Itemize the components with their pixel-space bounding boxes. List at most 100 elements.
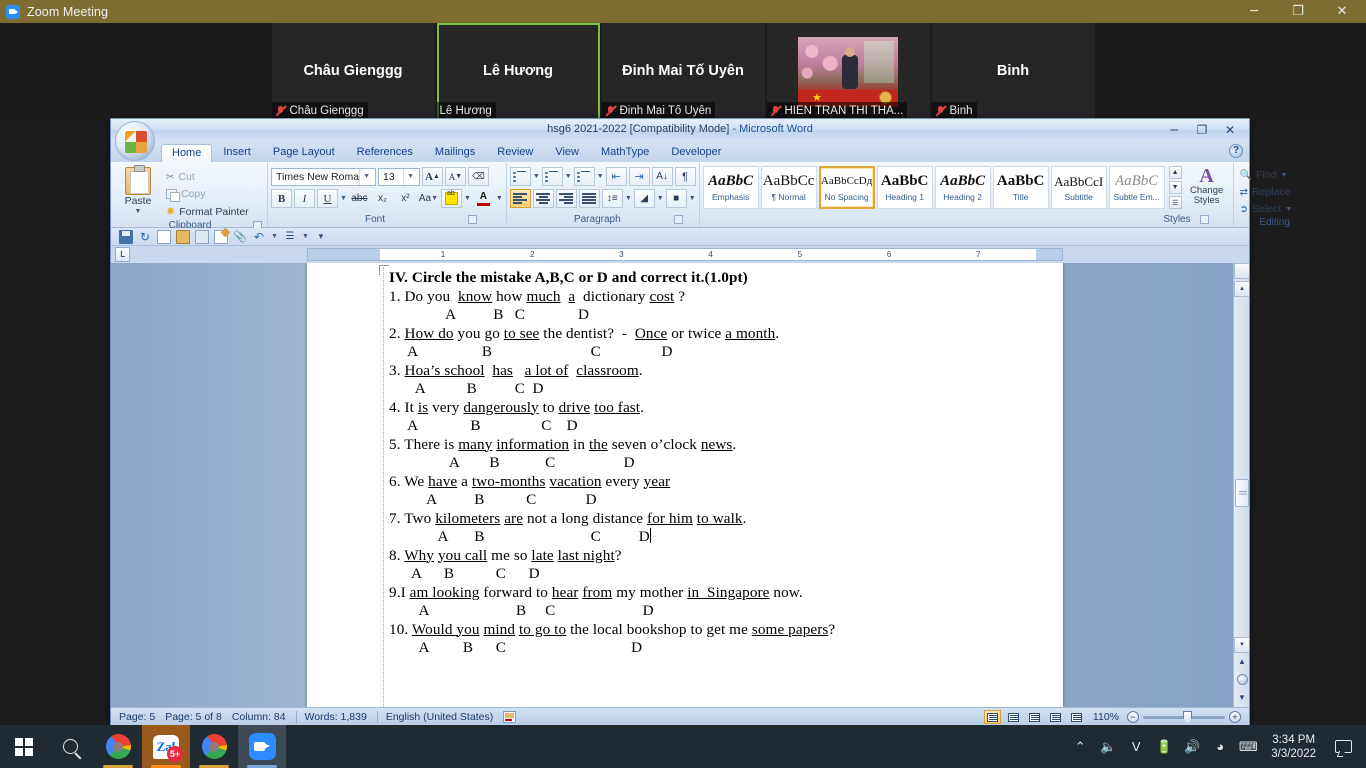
search-button[interactable] xyxy=(47,725,94,768)
styles-scroll-up[interactable]: ▲ xyxy=(1168,166,1182,179)
tab-page-layout[interactable]: Page Layout xyxy=(262,143,346,162)
font-size-combo[interactable]: 13 ▼ xyxy=(378,167,420,186)
show-formatting-marks-button[interactable]: ¶ xyxy=(674,167,696,186)
open-folder-icon[interactable] xyxy=(176,229,190,244)
chevron-down-icon[interactable]: ▼ xyxy=(625,195,632,202)
numbered-list-button[interactable] xyxy=(541,167,563,186)
tab-mailings[interactable]: Mailings xyxy=(424,143,486,162)
microphone-icon[interactable]: 🔈 xyxy=(1095,725,1121,768)
tab-references[interactable]: References xyxy=(346,143,424,162)
battery-icon[interactable]: 🔋 xyxy=(1151,725,1177,768)
status-column[interactable]: Column: 84 xyxy=(232,711,296,723)
taskbar-app-zalo[interactable]: Zal 5+ xyxy=(142,725,190,768)
new-document-icon[interactable] xyxy=(157,229,171,244)
bulleted-list-button[interactable] xyxy=(509,167,531,186)
chevron-down-icon[interactable]: ▼ xyxy=(597,173,604,180)
participant-tile-binh[interactable]: Binh Binh xyxy=(931,23,1095,120)
word-maximize-button[interactable]: ❐ xyxy=(1189,121,1215,138)
clear-formatting-button[interactable]: ⌫ xyxy=(468,167,489,186)
line-spacing-button[interactable]: ↕≡ xyxy=(601,189,623,208)
status-page[interactable]: Page: 5 xyxy=(119,711,165,723)
zoom-slider-thumb[interactable] xyxy=(1183,710,1192,724)
replace-button[interactable]: ⇄ Replace xyxy=(1237,185,1296,199)
horizontal-ruler[interactable]: 1 2 3 4 5 6 7 xyxy=(307,248,1063,261)
taskbar-app-chrome-1[interactable] xyxy=(94,725,142,768)
select-button[interactable]: ➲ Select ▼ xyxy=(1237,202,1296,216)
status-language[interactable]: English (United States) xyxy=(386,711,503,723)
style-subtle-emphasis[interactable]: AaBbC Subtle Em... xyxy=(1108,166,1165,209)
chevron-down-icon[interactable]: ▼ xyxy=(464,195,471,202)
tab-review[interactable]: Review xyxy=(486,143,544,162)
status-words[interactable]: Words: 1,839 xyxy=(305,711,377,723)
save-icon[interactable] xyxy=(119,229,133,244)
increase-indent-button[interactable]: ⇥ xyxy=(628,167,650,186)
text-highlight-button[interactable] xyxy=(440,189,462,208)
select-browse-object-button[interactable] xyxy=(1234,671,1249,687)
styles-more[interactable]: ☰ xyxy=(1168,196,1182,209)
attach-icon[interactable]: 📎 xyxy=(233,230,247,244)
paragraph-dialog-launcher[interactable] xyxy=(673,215,683,224)
proofing-errors-icon[interactable] xyxy=(503,711,517,723)
zoom-level[interactable]: 110% xyxy=(1089,711,1123,723)
clock[interactable]: 3:34 PM 3/3/2022 xyxy=(1263,733,1324,761)
tab-stop-selector[interactable]: L xyxy=(115,247,130,262)
grow-font-button[interactable]: A ▲ xyxy=(422,167,443,186)
refresh-icon[interactable]: ↻ xyxy=(138,230,152,244)
chevron-down-icon[interactable]: ▼ xyxy=(533,173,540,180)
tab-mathtype[interactable]: MathType xyxy=(590,143,660,162)
scroll-up-button[interactable]: ▲ xyxy=(1234,281,1249,297)
multilevel-list-button[interactable] xyxy=(573,167,595,186)
keyboard-icon[interactable]: ⌨ xyxy=(1235,725,1261,768)
chevron-down-icon[interactable]: ▼ xyxy=(271,233,278,240)
tab-insert[interactable]: Insert xyxy=(212,143,262,162)
italic-button[interactable]: I xyxy=(294,189,315,208)
font-dialog-launcher[interactable] xyxy=(468,215,477,224)
participant-tile-chau-gienggg[interactable]: Châu Gienggg Châu Gienggg xyxy=(271,23,435,120)
customize-qat-icon[interactable]: ▾ xyxy=(314,230,328,244)
justify-button[interactable] xyxy=(578,189,600,208)
vpn-icon[interactable]: V xyxy=(1123,725,1149,768)
chevron-down-icon[interactable]: ▼ xyxy=(689,195,696,202)
tab-view[interactable]: View xyxy=(544,143,590,162)
vertical-scrollbar[interactable]: ▲ ▼ ▲ ▼ xyxy=(1233,263,1249,707)
sort-button[interactable]: A↓ xyxy=(651,167,673,186)
notification-center-button[interactable] xyxy=(1326,725,1360,768)
paste-button[interactable]: Paste ▼ xyxy=(116,165,160,215)
document-area[interactable]: IV. Circle the mistake A,B,C or D and co… xyxy=(111,263,1249,707)
zoom-close-button[interactable]: ✕ xyxy=(1320,0,1364,23)
web-layout-view-button[interactable] xyxy=(1026,710,1043,724)
chevron-down-icon[interactable]: ▼ xyxy=(657,195,664,202)
start-button[interactable] xyxy=(0,725,47,768)
zoom-slider[interactable] xyxy=(1143,710,1225,724)
help-button[interactable]: ? xyxy=(1229,144,1243,158)
cut-button[interactable]: ✂ Cut xyxy=(163,170,252,184)
office-button[interactable] xyxy=(115,121,155,161)
list-icon[interactable]: ☰ xyxy=(283,230,297,244)
print-preview-icon[interactable] xyxy=(195,229,209,244)
scroll-down-button[interactable]: ▼ xyxy=(1234,637,1249,653)
volume-icon[interactable]: 🔊 xyxy=(1179,725,1205,768)
participant-tile-hien-tran[interactable]: ★ HIEN TRAN THI THA... xyxy=(766,23,930,120)
shading-button[interactable]: ◢ xyxy=(633,189,655,208)
styles-gallery-scroller[interactable]: ▲ ▼ ☰ xyxy=(1168,166,1182,209)
chevron-down-icon[interactable]: ▼ xyxy=(302,233,309,240)
participant-tile-le-huong[interactable]: Lê Hương Lê Hương xyxy=(436,23,600,120)
taskbar-app-chrome-2[interactable] xyxy=(190,725,238,768)
next-page-button[interactable]: ▼ xyxy=(1234,689,1249,705)
zoom-in-button[interactable]: + xyxy=(1229,711,1241,723)
full-screen-reading-view-button[interactable] xyxy=(1005,710,1022,724)
show-hidden-icons-button[interactable]: ⌃ xyxy=(1067,725,1093,768)
styles-dialog-launcher[interactable] xyxy=(1199,215,1209,224)
zoom-minimize-button[interactable]: ─ xyxy=(1232,0,1276,23)
zoom-maximize-button[interactable]: ❐ xyxy=(1276,0,1320,23)
bold-button[interactable]: B xyxy=(271,189,292,208)
font-color-button[interactable]: A xyxy=(473,189,494,208)
participant-tile-dinh-mai-to-uyen[interactable]: Đinh Mai Tố Uyên Đinh Mai Tố Uyên xyxy=(601,23,765,120)
style-heading-2[interactable]: AaBbC Heading 2 xyxy=(934,166,991,209)
underline-button[interactable]: U xyxy=(317,189,338,208)
word-close-button[interactable]: ✕ xyxy=(1217,121,1243,138)
status-page-of[interactable]: Page: 5 of 8 xyxy=(165,711,232,723)
split-window-handle[interactable] xyxy=(1234,263,1249,279)
tab-home[interactable]: Home xyxy=(161,144,213,163)
subscript-button[interactable]: x₂ xyxy=(372,189,393,208)
